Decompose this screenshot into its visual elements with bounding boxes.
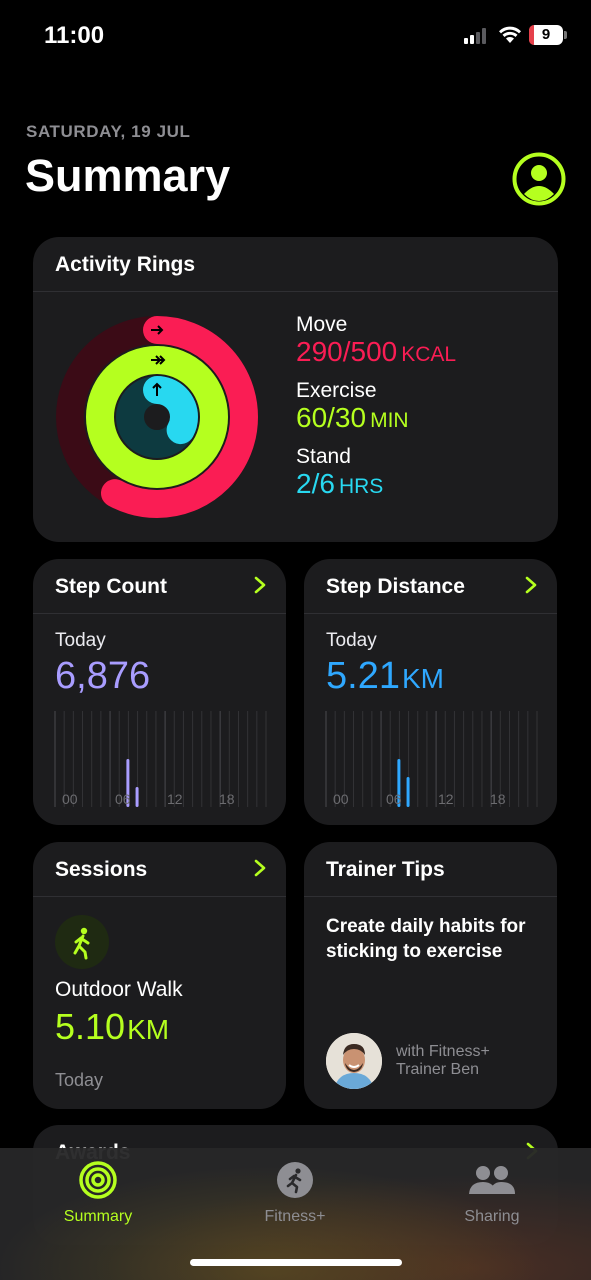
- step-distance-card[interactable]: Step Distance Today 5.21KM 00 06 12 18: [304, 559, 557, 825]
- sharing-people-icon: [469, 1166, 515, 1194]
- workout-name: Outdoor Walk: [55, 978, 183, 1001]
- tab-label: Fitness+: [264, 1208, 326, 1225]
- today-label: Today: [326, 630, 377, 651]
- activity-rings-chart: [56, 316, 258, 518]
- distance-amount: 5.21: [326, 655, 400, 697]
- chevron-right-icon[interactable]: [252, 858, 268, 878]
- sessions-card[interactable]: Sessions Outdoor Walk 5.10KM Today: [33, 842, 286, 1109]
- tick-label: 12: [167, 791, 183, 807]
- divider: [304, 896, 557, 897]
- tick-label: 06: [115, 791, 131, 807]
- battery-indicator: 9: [529, 25, 563, 45]
- cellular-signal-icon: [464, 28, 490, 44]
- stand-unit: HRS: [338, 475, 384, 498]
- step-count-card[interactable]: Step Count Today 6,876 00 06 12 18: [33, 559, 286, 825]
- chart-bar: [406, 777, 410, 807]
- workout-distance: 5.10KM: [55, 1006, 169, 1048]
- move-amount: 290/500: [296, 336, 398, 367]
- step-distance-value: 5.21KM: [326, 655, 444, 698]
- trainer-line-2: Trainer Ben: [396, 1061, 479, 1078]
- divider: [33, 896, 286, 897]
- tab-label: Summary: [63, 1208, 133, 1225]
- tick-label: 00: [333, 791, 349, 807]
- wifi-icon: [499, 26, 521, 43]
- battery-cap: [564, 31, 567, 39]
- stand-label: Stand: [296, 445, 351, 468]
- chevron-right-icon[interactable]: [252, 575, 268, 595]
- card-title: Step Count: [55, 575, 167, 598]
- tick-label: 18: [219, 791, 235, 807]
- activity-rings-card[interactable]: Activity Rings Move 290/500 KCAL Exercise…: [33, 237, 558, 542]
- page-title: Summary: [25, 150, 231, 201]
- stand-value: 2/6 HRS: [296, 468, 383, 500]
- exercise-label: Exercise: [296, 379, 377, 402]
- trainer-label: with Fitness+ Trainer Ben: [396, 1043, 546, 1079]
- move-value: 290/500 KCAL: [296, 336, 456, 368]
- profile-avatar-icon[interactable]: [512, 152, 566, 206]
- distance-unit: KM: [401, 663, 444, 694]
- tab-fitness-plus[interactable]: Fitness+: [225, 1160, 365, 1226]
- tick-label: 06: [386, 791, 402, 807]
- activity-rings-icon: [79, 1161, 117, 1199]
- step-count-value: 6,876: [55, 655, 151, 697]
- tip-text: Create daily habits for sticking to exer…: [326, 916, 526, 962]
- tab-label: Sharing: [464, 1208, 520, 1225]
- page-date: SATURDAY, 19 JUL: [26, 122, 191, 141]
- exercise-unit: MIN: [370, 409, 409, 432]
- exercise-amount: 60/30: [296, 402, 367, 433]
- divider: [304, 613, 557, 614]
- trainer-tips-card[interactable]: Trainer Tips Create daily habits for sti…: [304, 842, 557, 1109]
- today-label: Today: [55, 630, 106, 651]
- move-unit: KCAL: [401, 343, 457, 366]
- tab-summary[interactable]: Summary: [28, 1160, 168, 1226]
- step-count-chart: [54, 711, 267, 807]
- battery-level: 9: [541, 26, 551, 43]
- trainer-line-1: with Fitness+: [396, 1043, 490, 1060]
- stand-amount: 2/6: [296, 468, 335, 499]
- workout-date: Today: [55, 1070, 104, 1090]
- trainer-avatar: [326, 1033, 382, 1089]
- move-label: Move: [296, 313, 348, 336]
- fitness-plus-icon: [277, 1162, 313, 1198]
- chevron-right-icon[interactable]: [523, 575, 539, 595]
- tab-sharing[interactable]: Sharing: [422, 1160, 562, 1226]
- tick-label: 00: [62, 791, 78, 807]
- walk-icon: [55, 915, 109, 969]
- tick-label: 12: [438, 791, 454, 807]
- card-title: Step Distance: [326, 575, 465, 598]
- status-time: 11:00: [44, 22, 105, 49]
- card-title: Sessions: [55, 858, 148, 881]
- step-distance-chart: [325, 711, 538, 807]
- chart-bar: [135, 787, 139, 807]
- divider: [33, 613, 286, 614]
- home-indicator[interactable]: [190, 1259, 402, 1266]
- tick-label: 18: [490, 791, 506, 807]
- workout-distance-unit: KM: [127, 1014, 170, 1045]
- workout-distance-amount: 5.10: [55, 1006, 126, 1047]
- card-title: Trainer Tips: [326, 858, 445, 881]
- exercise-value: 60/30 MIN: [296, 402, 409, 434]
- card-title: Activity Rings: [55, 253, 196, 276]
- divider: [33, 291, 558, 292]
